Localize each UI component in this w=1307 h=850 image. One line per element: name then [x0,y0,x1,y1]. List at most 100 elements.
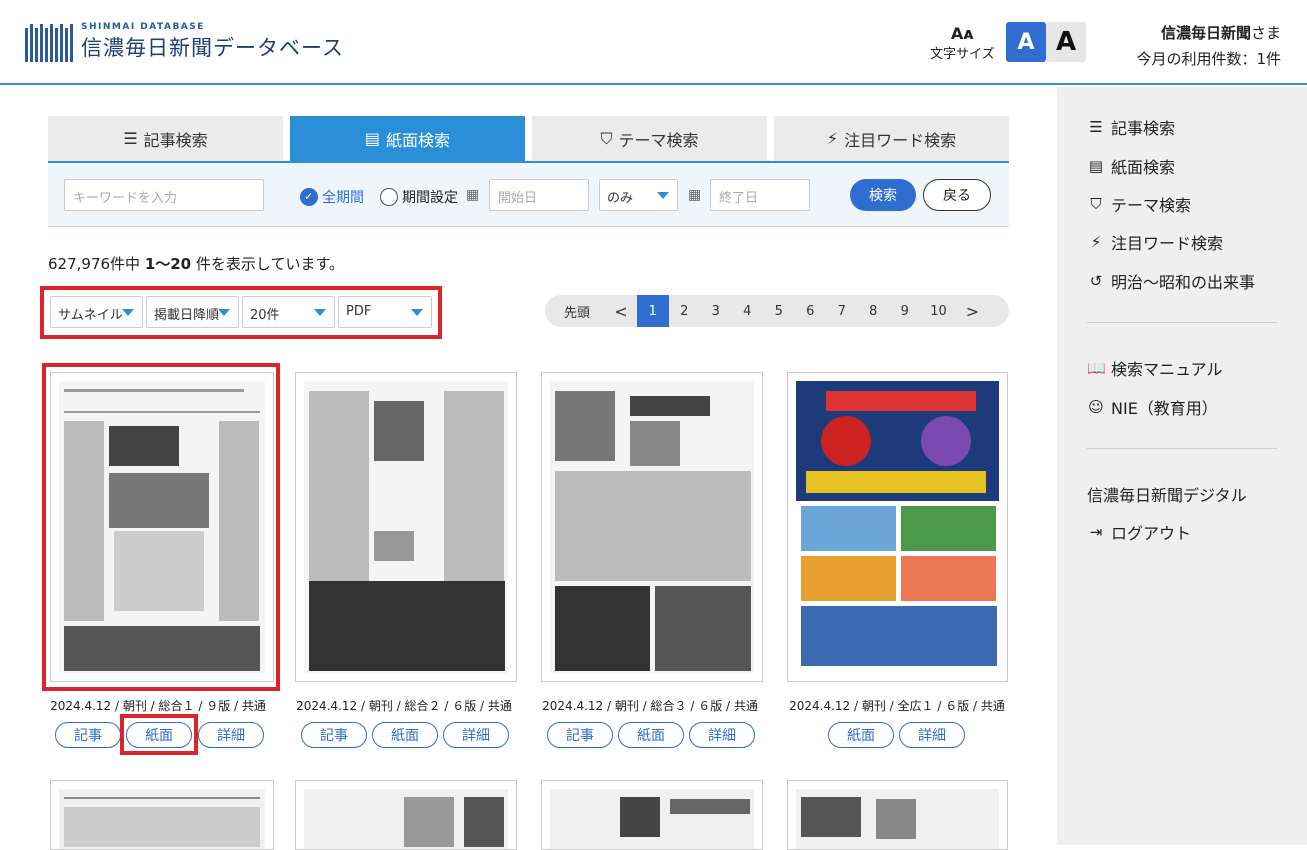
tab-label: 注目ワード検索 [844,130,957,150]
highlight-box [120,714,198,755]
divider [1087,448,1277,449]
chevron-down-icon [657,192,669,199]
result-range: 1〜20 [144,255,192,273]
sidebar-item-trending-word[interactable]: ⚡ 注目ワード検索 [1087,230,1223,254]
sidebar-item-page-search[interactable]: ▤ 紙面検索 [1087,154,1175,178]
usage-count: 今月の利用件数：1件 [1136,50,1281,68]
newspaper-page-image [550,789,754,849]
article-button[interactable]: 記事 [547,722,613,748]
newspaper-page-image [796,789,999,849]
detail-button[interactable]: 詳細 [443,722,509,748]
tab-article-search[interactable]: ☰ 記事検索 [48,116,283,161]
sidebar-item-history[interactable]: ↺ 明治〜昭和の出来事 [1087,269,1255,293]
page-2[interactable]: 2 [669,295,701,327]
tab-page-search[interactable]: ▤ 紙面検索 [290,116,525,161]
page-button[interactable]: 紙面 [372,722,438,748]
search-tabs: ☰ 記事検索 ▤ 紙面検索 ⛉ テーマ検索 ⚡ 注目ワード検索 [48,116,1009,163]
bookmark-icon: ⛉ [600,128,613,148]
page-3[interactable]: 3 [700,295,732,327]
page-prev[interactable]: < [605,295,637,327]
highlight-box [42,363,280,691]
start-date-input[interactable]: 開始日 [489,179,589,211]
all-period-radio[interactable]: 全期間 [300,187,364,207]
tab-label: 記事検索 [143,130,208,150]
logo[interactable]: SHINMAI DATABASE 信濃毎日新聞データベース [25,22,344,62]
detail-button[interactable]: 詳細 [899,722,965,748]
sidebar-item-nie[interactable]: ☺ NIE（教育用） [1087,395,1218,419]
detail-button[interactable]: 詳細 [198,722,264,748]
newspaper-icon: ▤ [1088,157,1104,175]
result-suffix: 件を表示しています。 [195,255,344,273]
tab-theme-search[interactable]: ⛉ テーマ検索 [532,116,767,161]
sidebar-item-logout[interactable]: ⇥ ログアウト [1087,520,1191,544]
page-10[interactable]: 10 [921,295,957,327]
page-button[interactable]: 紙面 [618,722,684,748]
sidebar-item-manual[interactable]: 📖 検索マニュアル [1087,356,1223,380]
newspaper-image [59,789,265,849]
page-7[interactable]: 7 [826,295,858,327]
detail-button[interactable]: 詳細 [689,722,755,748]
font-size-small-button[interactable]: A [1006,22,1046,62]
keyword-input[interactable]: キーワードを入力 [64,179,264,211]
newspaper-thumbnail[interactable] [295,780,517,850]
logo-subtitle: SHINMAI DATABASE [81,22,205,32]
newspaper-page-image [304,789,508,849]
font-size-icon: Aᴀ [950,24,974,43]
newspaper-thumbnail[interactable] [295,372,517,682]
page-9[interactable]: 9 [889,295,921,327]
font-size-control: Aᴀ 文字サイズ [930,24,995,62]
article-button[interactable]: 記事 [55,722,121,748]
end-date-input[interactable]: 終了日 [710,179,810,211]
search-button[interactable]: 検索 [850,179,916,211]
logo-mark-icon [25,24,73,62]
newspaper-image [796,381,999,673]
page-next[interactable]: > [957,295,989,327]
page-first[interactable]: 先頭 [549,295,605,327]
radio-label: 全期間 [322,190,364,206]
page-8[interactable]: 8 [858,295,890,327]
newspaper-page-image [59,789,265,849]
book-icon: 📖 [1087,359,1106,377]
sidebar-item-digital[interactable]: 信濃毎日新聞デジタル [1087,482,1247,506]
select-value: のみ [607,191,634,206]
back-button[interactable]: 戻る [923,179,991,211]
set-period-radio[interactable]: 期間設定 [380,187,458,207]
page-1[interactable]: 1 [637,295,669,327]
date-mode-select[interactable]: のみ [599,179,678,211]
font-size-large-button[interactable]: A [1046,22,1086,62]
logo-title: 信濃毎日新聞データベース [81,36,344,60]
user-suffix: さま [1250,24,1281,42]
newspaper-thumbnail[interactable] [541,780,763,850]
sidebar-item-label: テーマ検索 [1111,196,1192,215]
newspaper-thumbnail[interactable] [50,780,274,850]
user-info: 信濃毎日新聞さま 今月の利用件数：1件 [1136,20,1281,72]
article-button[interactable]: 記事 [301,722,367,748]
sidebar-item-label: 紙面検索 [1111,158,1176,177]
page-6[interactable]: 6 [795,295,827,327]
sidebar-item-theme-search[interactable]: ⛉ テーマ検索 [1087,192,1191,216]
newspaper-thumbnail[interactable] [787,780,1008,850]
newspaper-image [550,381,754,673]
newspaper-icon: ▤ [364,129,381,148]
newspaper-page-image [550,381,754,673]
list-icon: ☰ [1089,118,1103,136]
newspaper-thumbnail[interactable] [541,372,763,682]
newspaper-thumbnail[interactable] [787,372,1008,682]
tab-trending-word-search[interactable]: ⚡ 注目ワード検索 [774,116,1009,161]
tab-label: 紙面検索 [386,130,451,150]
page-button[interactable]: 紙面 [828,722,894,748]
radio-checked-icon [300,188,318,206]
logout-icon: ⇥ [1089,523,1103,541]
page-5[interactable]: 5 [763,295,795,327]
bolt-icon: ⚡ [826,129,839,148]
radio-label: 期間設定 [402,190,458,206]
sidebar-item-article-search[interactable]: ☰ 記事検索 [1087,115,1175,139]
card-caption: 2024.4.12 / 朝刊 / 総合３ / ６版 / 共通 [542,699,758,713]
radio-unchecked-icon [380,188,398,206]
newspaper-page-image [304,381,508,673]
pagination: 先頭 < 1 2 3 4 5 6 7 8 9 10 > [545,295,1009,327]
history-icon: ↺ [1089,272,1103,290]
header: SHINMAI DATABASE 信濃毎日新聞データベース Aᴀ 文字サイズ A… [0,0,1307,85]
calendar-icon: ▦ [466,187,480,203]
page-4[interactable]: 4 [732,295,764,327]
